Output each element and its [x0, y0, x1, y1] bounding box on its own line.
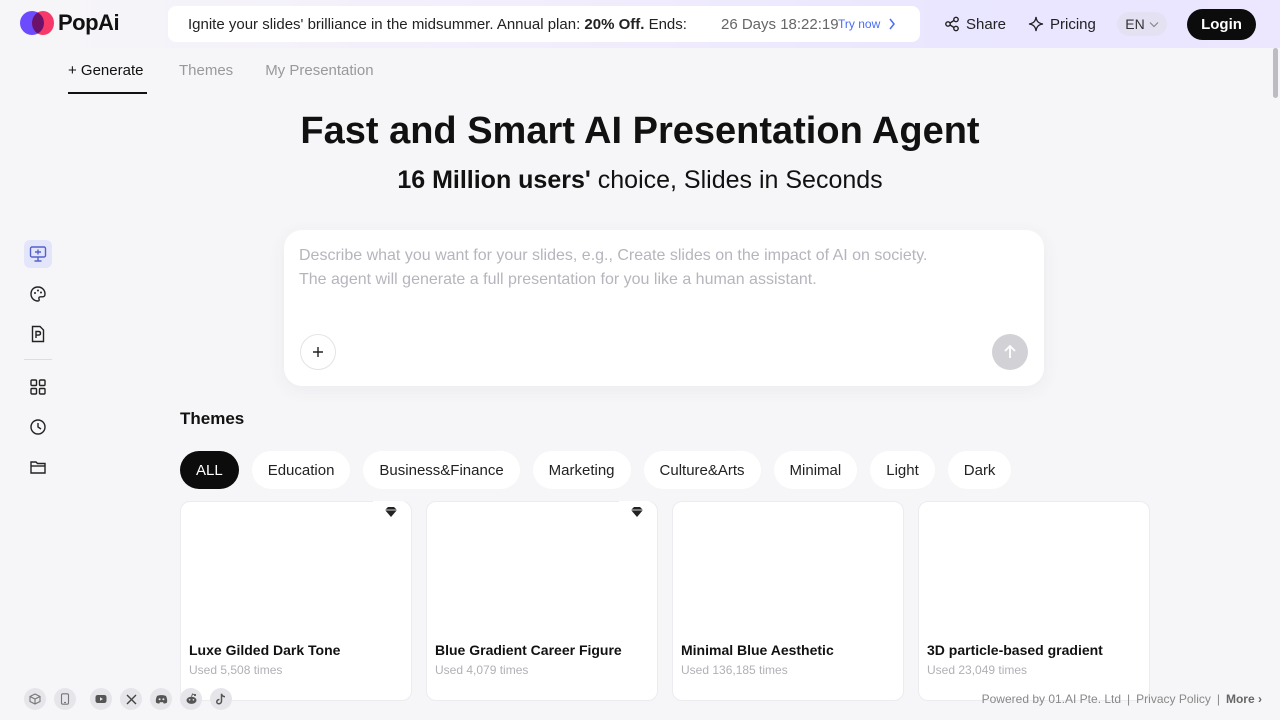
promo-try-now-link[interactable]: Try now — [838, 17, 896, 31]
sidebar-item-presentation[interactable] — [24, 240, 52, 268]
theme-card[interactable]: 3D particle-based gradient Used 23,049 t… — [918, 501, 1150, 701]
share-icon — [945, 16, 959, 32]
themes-heading: Themes — [180, 409, 245, 428]
folder-icon — [30, 461, 46, 474]
pricing-button[interactable]: Pricing — [1028, 0, 1096, 48]
prompt-placeholder: Describe what you want for your slides, … — [299, 247, 928, 288]
powered-by-text: Powered by 01.AI Pte. Ltd — [981, 692, 1122, 706]
theme-cards: Luxe Gilded Dark Tone Used 5,508 times B… — [180, 501, 1150, 701]
sidebar-item-folder[interactable] — [24, 453, 52, 481]
theme-card[interactable]: Blue Gradient Career Figure Used 4,079 t… — [426, 501, 658, 701]
privacy-policy-link[interactable]: Privacy Policy — [1136, 692, 1211, 706]
filter-business-finance[interactable]: Business&Finance — [363, 451, 520, 489]
theme-card[interactable]: Luxe Gilded Dark Tone Used 5,508 times — [180, 501, 412, 701]
history-clock-icon — [30, 419, 46, 435]
reddit-icon[interactable] — [180, 688, 202, 710]
share-label: Share — [966, 15, 1007, 33]
filter-education[interactable]: Education — [251, 451, 351, 489]
sidebar-item-templates[interactable] — [24, 373, 52, 401]
arrow-up-icon — [1004, 344, 1016, 358]
pricing-label: Pricing — [1050, 15, 1096, 33]
ppt-file-icon — [31, 325, 45, 343]
card-title: Luxe Gilded Dark Tone — [189, 642, 341, 658]
sidebar-item-ppt[interactable] — [24, 320, 52, 348]
page-title: Fast and Smart AI Presentation Agent — [300, 110, 980, 152]
send-button[interactable] — [992, 334, 1028, 370]
cube-icon[interactable] — [24, 688, 46, 710]
filter-dark[interactable]: Dark — [947, 451, 1012, 489]
sidebar-item-history[interactable] — [24, 413, 52, 441]
promo-banner[interactable]: Ignite your slides' brilliance in the mi… — [168, 6, 920, 42]
footer-links: Powered by 01.AI Pte. Ltd | Privacy Poli… — [982, 692, 1262, 706]
theme-card[interactable]: Minimal Blue Aesthetic Used 136,185 time… — [672, 501, 904, 701]
logo-mark-icon — [20, 10, 54, 36]
chevron-down-icon — [1149, 21, 1159, 27]
youtube-icon[interactable] — [90, 688, 112, 710]
card-usage: Used 4,079 times — [435, 663, 529, 677]
attach-button[interactable] — [300, 334, 336, 370]
filter-culture-arts[interactable]: Culture&Arts — [643, 451, 761, 489]
theme-filters: ALL Education Business&Finance Marketing… — [180, 451, 1012, 489]
phone-icon[interactable] — [54, 688, 76, 710]
discord-icon[interactable] — [150, 688, 172, 710]
tab-my-presentation[interactable]: My Presentation — [265, 62, 373, 94]
sparkle-icon — [1028, 16, 1044, 32]
tiktok-icon[interactable] — [210, 688, 232, 710]
grid-icon — [30, 379, 46, 395]
filter-marketing[interactable]: Marketing — [532, 451, 631, 489]
premium-diamond-icon — [373, 501, 409, 523]
presentation-icon — [29, 246, 47, 262]
tab-generate[interactable]: + Generate — [68, 62, 147, 94]
footer-social-icons — [24, 688, 232, 710]
promo-countdown: 26 Days 18:22:19 — [721, 15, 839, 33]
logo-text: PopAi — [58, 10, 120, 35]
page-subtitle: 16 Million users' choice, Slides in Seco… — [397, 166, 883, 194]
palette-icon — [30, 286, 46, 302]
language-selector[interactable]: EN — [1117, 12, 1167, 36]
scrollbar-thumb[interactable] — [1273, 48, 1278, 98]
chevron-right-icon — [889, 18, 896, 30]
promo-text: Ignite your slides' brilliance in the mi… — [188, 15, 687, 33]
card-usage: Used 136,185 times — [681, 663, 788, 677]
popai-logo[interactable]: PopAi — [20, 10, 120, 36]
premium-diamond-icon — [619, 501, 655, 523]
sidebar-divider — [24, 359, 52, 360]
card-usage: Used 5,508 times — [189, 663, 283, 677]
card-title: Blue Gradient Career Figure — [435, 642, 622, 658]
filter-light[interactable]: Light — [870, 451, 935, 489]
prompt-input[interactable]: Describe what you want for your slides, … — [284, 230, 1044, 386]
share-button[interactable]: Share — [944, 0, 1006, 48]
more-link[interactable]: More › — [1226, 692, 1262, 706]
top-header: PopAi Ignite your slides' brilliance in … — [0, 0, 1280, 48]
language-label: EN — [1125, 16, 1145, 32]
main-tabs: + Generate Themes My Presentation — [68, 62, 374, 94]
tab-themes[interactable]: Themes — [179, 62, 233, 94]
filter-all[interactable]: ALL — [180, 451, 239, 489]
card-title: Minimal Blue Aesthetic — [681, 642, 834, 658]
x-icon[interactable] — [120, 688, 142, 710]
footer-separator: | — [1216, 692, 1220, 706]
login-button[interactable]: Login — [1187, 9, 1256, 40]
filter-minimal[interactable]: Minimal — [773, 451, 858, 489]
page-scrollbar[interactable] — [1270, 0, 1280, 720]
sidebar-item-themes[interactable] — [24, 280, 52, 308]
footer-separator: | — [1127, 692, 1131, 706]
plus-icon — [313, 347, 323, 357]
card-usage: Used 23,049 times — [927, 663, 1028, 677]
card-title: 3D particle-based gradient — [927, 642, 1103, 658]
